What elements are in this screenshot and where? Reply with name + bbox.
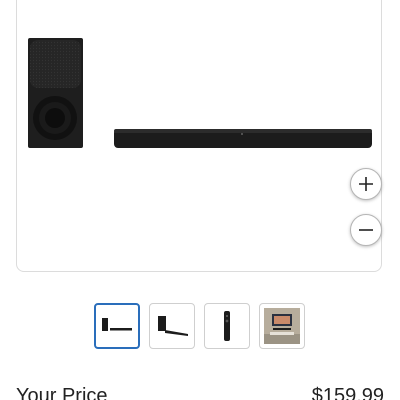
price-row: Your Price $159.99 <box>16 385 384 400</box>
thumbnail-2[interactable] <box>149 303 195 349</box>
thumbnail-4[interactable] <box>259 303 305 349</box>
product-image-card <box>16 0 382 272</box>
remote-control-thumb-icon <box>224 311 230 341</box>
zoom-in-button[interactable] <box>350 168 382 200</box>
minus-icon <box>359 229 373 231</box>
soundbar-subwoofer-front-thumb-icon <box>102 318 132 331</box>
price-value: $159.99 <box>311 385 384 400</box>
price-label: Your Price <box>16 385 108 400</box>
soundbar-subwoofer-angle-thumb-icon <box>158 316 188 336</box>
zoom-out-button[interactable] <box>350 214 382 246</box>
plus-icon <box>359 177 373 191</box>
thumbnail-strip <box>94 303 305 349</box>
living-room-scene-thumb-icon <box>264 308 300 344</box>
thumbnail-1[interactable] <box>94 303 140 349</box>
product-image <box>28 38 372 148</box>
thumbnail-3[interactable] <box>204 303 250 349</box>
